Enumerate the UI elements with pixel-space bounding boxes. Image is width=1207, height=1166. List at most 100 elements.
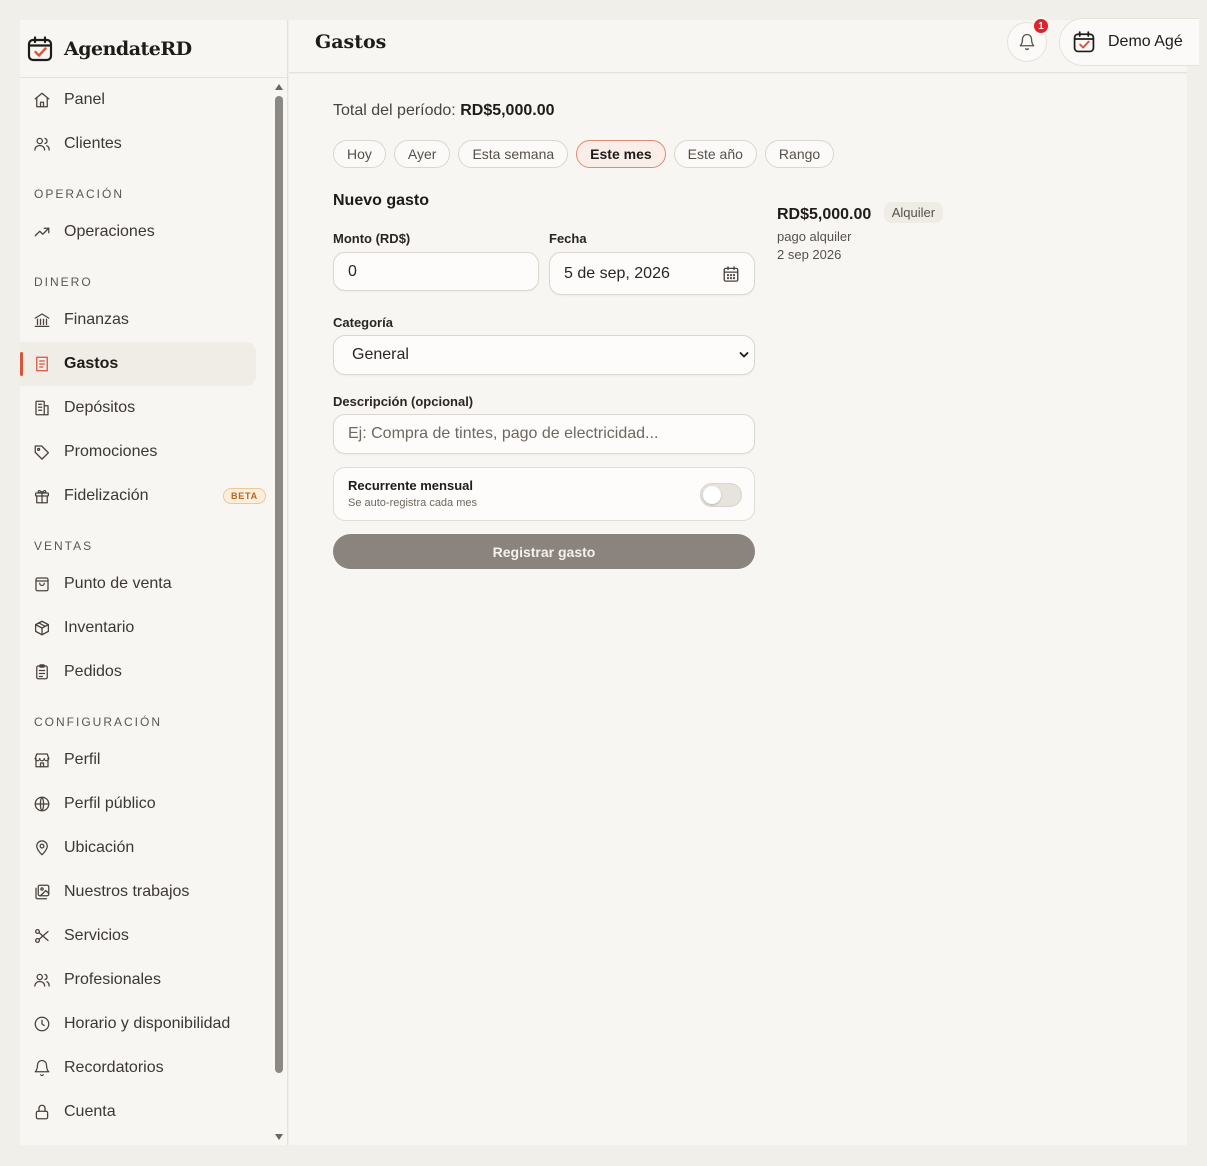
sidebar-item-label: Operaciones — [64, 223, 155, 240]
period-total-value: RD$5,000.00 — [460, 102, 555, 119]
recurring-title: Recurrente mensual — [348, 478, 473, 493]
clock-icon — [32, 1014, 52, 1034]
category-select[interactable]: General — [333, 335, 755, 375]
bell-icon — [1019, 33, 1035, 51]
form-title: Nuevo gasto — [333, 192, 430, 209]
page-title: Gastos — [315, 31, 387, 53]
description-placeholder: Ej: Compra de tintes, pago de electricid… — [348, 425, 659, 442]
period-chip-rango[interactable]: Rango — [764, 140, 835, 168]
period-chip-ayer[interactable]: Ayer — [393, 140, 451, 168]
sidebar-nav: Panel Clientes OPERACIÓN Operaciones DINERO F… — [20, 78, 272, 1134]
sidebar-item-depositos[interactable]: Depósitos — [20, 386, 272, 430]
sidebar-item-label: Pedidos — [64, 663, 122, 680]
box-icon — [32, 618, 52, 638]
amount-input[interactable]: 0 — [333, 252, 539, 291]
home-icon — [32, 90, 52, 110]
top-bar: Gastos 1 Demo Agé — [289, 17, 1199, 73]
sidebar-item-label: Perfil — [64, 751, 101, 768]
sidebar-item-finanzas[interactable]: Finanzas — [20, 298, 272, 342]
sidebar-item-horario-y-disponibilidad[interactable]: Horario y disponibilidad — [20, 1002, 272, 1046]
category-value: General — [352, 346, 409, 363]
sidebar-item-label: Inventario — [64, 619, 135, 636]
sidebar-item-nuestros-trabajos[interactable]: Nuestros trabajos — [20, 870, 272, 914]
main-content: Total del período: RD$5,000.00 Hoy Ayer Es… — [289, 74, 1187, 1145]
sidebar-item-inventario[interactable]: Inventario — [20, 606, 272, 650]
account-name: Demo Agé — [1108, 33, 1183, 50]
sidebar-item-cuenta[interactable]: Cuenta — [20, 1090, 272, 1134]
date-label: Fecha — [549, 231, 587, 246]
scroll-up-arrow-icon[interactable] — [275, 84, 283, 90]
scrollbar-thumb[interactable] — [275, 96, 283, 1073]
sidebar-section-dinero: DINERO — [34, 275, 93, 289]
brand-name: AgendateRD — [64, 37, 192, 60]
sidebar-item-clientes[interactable]: Clientes — [20, 122, 272, 166]
tag-icon — [32, 442, 52, 462]
period-chip-hoy[interactable]: Hoy — [333, 140, 386, 168]
category-label: Categoría — [333, 315, 393, 330]
lock-icon — [32, 1102, 52, 1122]
sidebar-item-label: Clientes — [64, 135, 122, 152]
sidebar-item-servicios[interactable]: Servicios — [20, 914, 272, 958]
sidebar-item-label: Ubicación — [64, 839, 135, 856]
calendar-icon[interactable] — [722, 265, 740, 283]
sidebar-section-configuracion: CONFIGURACIÓN — [34, 715, 162, 729]
period-chip-esta-semana[interactable]: Esta semana — [458, 140, 569, 168]
toggle-knob — [703, 486, 721, 504]
sidebar-item-profesionales[interactable]: Profesionales — [20, 958, 272, 1002]
sidebar-item-promociones[interactable]: Promociones — [20, 430, 272, 474]
sidebar-item-label: Promociones — [64, 443, 158, 460]
sidebar-section-ventas: VENTAS — [34, 539, 94, 553]
date-input[interactable]: 5 de sep, 2026 — [549, 252, 755, 295]
account-menu-button[interactable]: Demo Agé — [1059, 18, 1199, 66]
recurring-option: Recurrente mensual Se auto-registra cada… — [333, 467, 755, 521]
sidebar-item-label: Fidelización — [64, 487, 149, 504]
expense-category-badge: Alquiler — [883, 202, 944, 223]
sidebar-item-pedidos[interactable]: Pedidos — [20, 650, 272, 694]
sidebar-section-operacion: OPERACIÓN — [34, 187, 125, 201]
beta-badge: BETA — [222, 488, 266, 504]
description-label: Descripción (opcional) — [333, 394, 474, 409]
recurring-toggle[interactable] — [700, 483, 742, 507]
gift-icon — [32, 486, 52, 506]
sidebar-item-ubicacion[interactable]: Ubicación — [20, 826, 272, 870]
brand[interactable]: AgendateRD — [20, 20, 287, 78]
sidebar-item-recordatorios[interactable]: Recordatorios — [20, 1046, 272, 1090]
receipt-icon — [32, 354, 52, 374]
sidebar-item-label: Gastos — [64, 355, 119, 372]
recurring-subtitle: Se auto-registra cada mes — [348, 497, 478, 509]
period-filter: Hoy Ayer Esta semana Este mes Este año Rango — [333, 140, 835, 168]
trending-icon — [32, 222, 52, 242]
description-input[interactable]: Ej: Compra de tintes, pago de electricid… — [333, 414, 755, 454]
sidebar-item-label: Depósitos — [64, 399, 136, 416]
sidebar: AgendateRD Panel Clientes OPERACIÓN Operaci… — [20, 20, 288, 1145]
bell-icon — [32, 1058, 52, 1078]
sidebar-item-label: Servicios — [64, 927, 129, 944]
period-chip-este-mes[interactable]: Este mes — [576, 140, 666, 168]
sidebar-item-gastos[interactable]: Gastos — [20, 342, 256, 386]
sidebar-item-label: Panel — [64, 91, 105, 108]
sidebar-item-perfil-publico[interactable]: Perfil público — [20, 782, 272, 826]
sidebar-scrollbar[interactable] — [274, 82, 284, 1142]
sidebar-item-label: Horario y disponibilidad — [64, 1015, 231, 1032]
register-expense-button[interactable]: Registrar gasto — [333, 534, 755, 569]
sidebar-item-operaciones[interactable]: Operaciones — [20, 210, 272, 254]
notifications-button[interactable]: 1 — [1007, 17, 1050, 62]
amount-value: 0 — [348, 262, 357, 280]
images-icon — [32, 882, 52, 902]
scissors-icon — [32, 926, 52, 946]
sidebar-item-label: Punto de venta — [64, 575, 172, 592]
period-chip-este-ano[interactable]: Este año — [673, 140, 757, 168]
globe-icon — [32, 794, 52, 814]
sidebar-item-perfil[interactable]: Perfil — [20, 738, 272, 782]
sidebar-item-punto-de-venta[interactable]: Punto de venta — [20, 562, 272, 606]
scroll-down-arrow-icon[interactable] — [275, 1134, 283, 1140]
expense-description: pago alquiler — [777, 229, 852, 244]
sidebar-item-label: Nuestros trabajos — [64, 883, 190, 900]
sidebar-item-label: Recordatorios — [64, 1059, 164, 1076]
period-total: Total del período: RD$5,000.00 — [333, 102, 555, 120]
sidebar-item-label: Cuenta — [64, 1103, 116, 1120]
expense-list-item[interactable]: RD$5,000.00 Alquiler pago alquiler 2 sep… — [777, 202, 1077, 262]
users-icon — [32, 970, 52, 990]
sidebar-item-panel[interactable]: Panel — [20, 78, 272, 122]
sidebar-item-fidelizacion[interactable]: Fidelización BETA — [20, 474, 272, 518]
